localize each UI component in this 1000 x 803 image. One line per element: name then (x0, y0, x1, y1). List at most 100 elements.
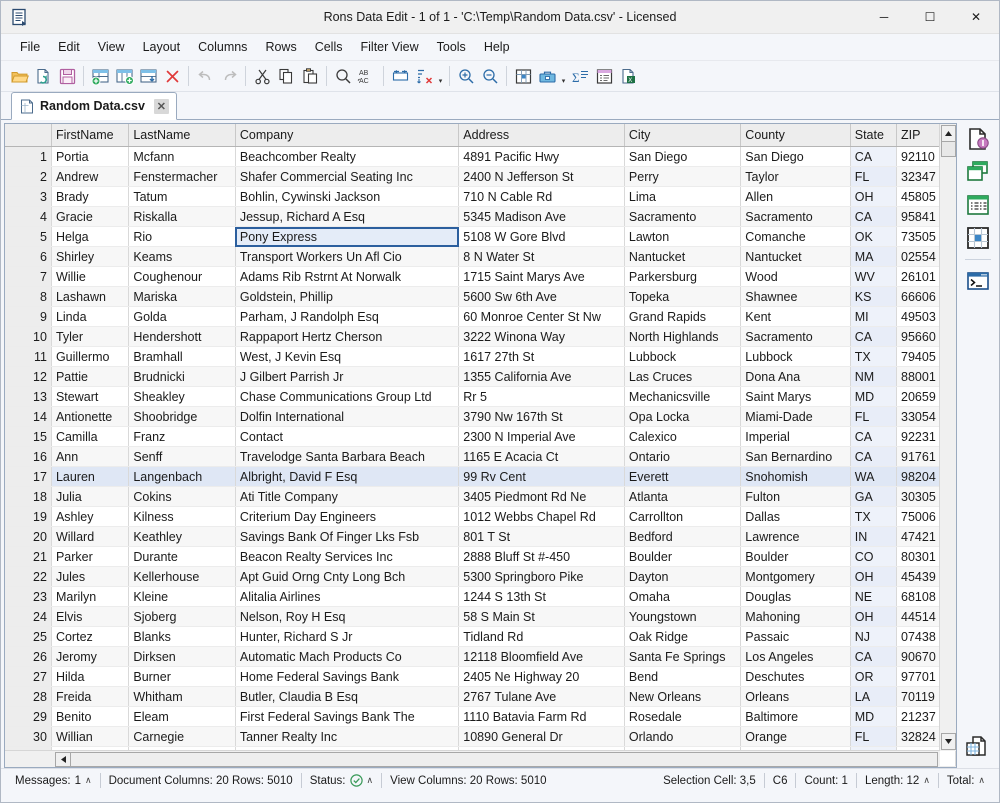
cell-county[interactable]: Kent (741, 307, 850, 327)
cell-city[interactable]: Boulder (624, 547, 740, 567)
cell-county[interactable]: Lawrence (741, 527, 850, 547)
table-row[interactable]: 12PattieBrudnickiJ Gilbert Parrish Jr135… (5, 367, 956, 387)
cell-address[interactable]: 2888 Bluff St #-450 (459, 547, 625, 567)
cell-state[interactable]: CA (850, 447, 896, 467)
cell-address[interactable]: 2767 Tulane Ave (459, 687, 625, 707)
document-info-icon[interactable] (962, 124, 994, 154)
cell-firstname[interactable]: Julia (51, 487, 128, 507)
table-row[interactable]: 28FreidaWhithamButler, Claudia B Esq2767… (5, 687, 956, 707)
cell-county[interactable]: Shawnee (741, 287, 850, 307)
cell-company[interactable]: Adams Rib Rstrnt At Norwalk (235, 267, 458, 287)
row-number-cell[interactable]: 21 (5, 547, 51, 567)
cell-company[interactable]: Butler, Claudia B Esq (235, 687, 458, 707)
export-excel-icon[interactable]: X (616, 64, 640, 88)
row-number-cell[interactable]: 5 (5, 227, 51, 247)
cell-county[interactable]: Orange (741, 727, 850, 747)
cell-firstname[interactable]: Guillermo (51, 347, 128, 367)
menu-item-edit[interactable]: Edit (49, 37, 89, 57)
cell-county[interactable]: Douglas (741, 587, 850, 607)
cell-firstname[interactable]: Cortez (51, 627, 128, 647)
cell-county[interactable]: Fulton (741, 487, 850, 507)
autofit-width-icon[interactable] (388, 64, 412, 88)
cell-lastname[interactable]: Coughenour (129, 267, 236, 287)
cell-city[interactable]: Parkersburg (624, 267, 740, 287)
cell-state[interactable]: CA (850, 207, 896, 227)
menu-item-filter-view[interactable]: Filter View (352, 37, 428, 57)
cell-firstname[interactable]: Jeromy (51, 647, 128, 667)
row-number-cell[interactable]: 6 (5, 247, 51, 267)
cell-state[interactable]: CA (850, 647, 896, 667)
cell-city[interactable]: Dayton (624, 567, 740, 587)
cell-address[interactable]: 5600 Sw 6th Ave (459, 287, 625, 307)
menu-item-layout[interactable]: Layout (134, 37, 190, 57)
cell-city[interactable]: Calexico (624, 427, 740, 447)
cell-county[interactable]: Los Angeles (741, 647, 850, 667)
cell-city[interactable]: Lubbock (624, 347, 740, 367)
table-row[interactable]: 29BenitoEleamFirst Federal Savings Bank … (5, 707, 956, 727)
cell-firstname[interactable]: Hilda (51, 667, 128, 687)
row-number-cell[interactable]: 19 (5, 507, 51, 527)
cell-county[interactable]: Allen (741, 187, 850, 207)
table-row[interactable]: 23MarilynKleineAlitalia Airlines1244 S 1… (5, 587, 956, 607)
cell-county[interactable]: Wood (741, 267, 850, 287)
cell-state[interactable]: KS (850, 287, 896, 307)
cell-state[interactable]: WV (850, 267, 896, 287)
cell-state[interactable]: NJ (850, 627, 896, 647)
cell-state[interactable]: LA (850, 687, 896, 707)
replace-icon[interactable]: ABAC (355, 64, 379, 88)
horizontal-scrollbar[interactable] (5, 750, 940, 767)
cell-lastname[interactable]: Cokins (129, 487, 236, 507)
toolbox-dropdown-caret-icon[interactable]: ▾ (559, 63, 568, 90)
table-row[interactable]: 17LaurenLangenbachAlbright, David F Esq9… (5, 467, 956, 487)
cell-city[interactable]: Rosedale (624, 707, 740, 727)
cell-company[interactable]: Dolfin International (235, 407, 458, 427)
cell-city[interactable]: Lima (624, 187, 740, 207)
reload-file-icon[interactable] (31, 64, 55, 88)
cell-state[interactable]: FL (850, 407, 896, 427)
cell-firstname[interactable]: Elvis (51, 607, 128, 627)
table-row[interactable]: 26JeromyDirksenAutomatic Mach Products C… (5, 647, 956, 667)
cell-company[interactable]: Apt Guid Orng Cnty Long Bch (235, 567, 458, 587)
cell-lastname[interactable]: Whitham (129, 687, 236, 707)
cell-address[interactable]: 1244 S 13th St (459, 587, 625, 607)
table-row[interactable]: 19AshleyKilnessCriterium Day Engineers10… (5, 507, 956, 527)
console-icon[interactable] (962, 266, 994, 296)
cell-firstname[interactable]: Freida (51, 687, 128, 707)
cell-firstname[interactable]: Lauren (51, 467, 128, 487)
cell-company[interactable]: J Gilbert Parrish Jr (235, 367, 458, 387)
tab-random-data-csv[interactable]: Random Data.csv ✕ (11, 92, 177, 120)
status-messages[interactable]: Messages: 1 ∧ (7, 775, 100, 787)
table-row[interactable]: 4GracieRiskallaJessup, Richard A Esq5345… (5, 207, 956, 227)
table-row[interactable]: 20WillardKeathleySavings Bank Of Finger … (5, 527, 956, 547)
cell-firstname[interactable]: Tyler (51, 327, 128, 347)
table-row[interactable]: 27HildaBurnerHome Federal Savings Bank24… (5, 667, 956, 687)
cell-firstname[interactable]: Lashawn (51, 287, 128, 307)
cell-city[interactable]: Oak Ridge (624, 627, 740, 647)
cell-lastname[interactable]: Durante (129, 547, 236, 567)
cell-county[interactable]: Snohomish (741, 467, 850, 487)
column-header-company[interactable]: Company (235, 124, 458, 147)
cell-county[interactable]: Taylor (741, 167, 850, 187)
maximize-button[interactable]: ☐ (907, 1, 953, 33)
menu-item-file[interactable]: File (11, 37, 49, 57)
cell-firstname[interactable]: Stewart (51, 387, 128, 407)
cell-state[interactable]: CA (850, 427, 896, 447)
cell-company[interactable]: Home Federal Savings Bank (235, 667, 458, 687)
row-number-cell[interactable]: 20 (5, 527, 51, 547)
cell-company[interactable]: Chase Communications Group Ltd (235, 387, 458, 407)
cell-county[interactable]: Nantucket (741, 247, 850, 267)
find-icon[interactable] (331, 64, 355, 88)
cell-county[interactable]: Dona Ana (741, 367, 850, 387)
cell-company[interactable]: Contact (235, 427, 458, 447)
cell-company[interactable]: Rappaport Hertz Cherson (235, 327, 458, 347)
cell-lastname[interactable]: Tatum (129, 187, 236, 207)
cell-address[interactable]: 5345 Madison Ave (459, 207, 625, 227)
row-number-cell[interactable]: 23 (5, 587, 51, 607)
cell-lastname[interactable]: Kilness (129, 507, 236, 527)
cell-address[interactable]: 5300 Springboro Pike (459, 567, 625, 587)
row-number-cell[interactable]: 4 (5, 207, 51, 227)
row-number-cell[interactable]: 28 (5, 687, 51, 707)
cell-company[interactable]: Beacon Realty Services Inc (235, 547, 458, 567)
cell-address[interactable]: 1012 Webbs Chapel Rd (459, 507, 625, 527)
cell-address[interactable]: 2400 N Jefferson St (459, 167, 625, 187)
